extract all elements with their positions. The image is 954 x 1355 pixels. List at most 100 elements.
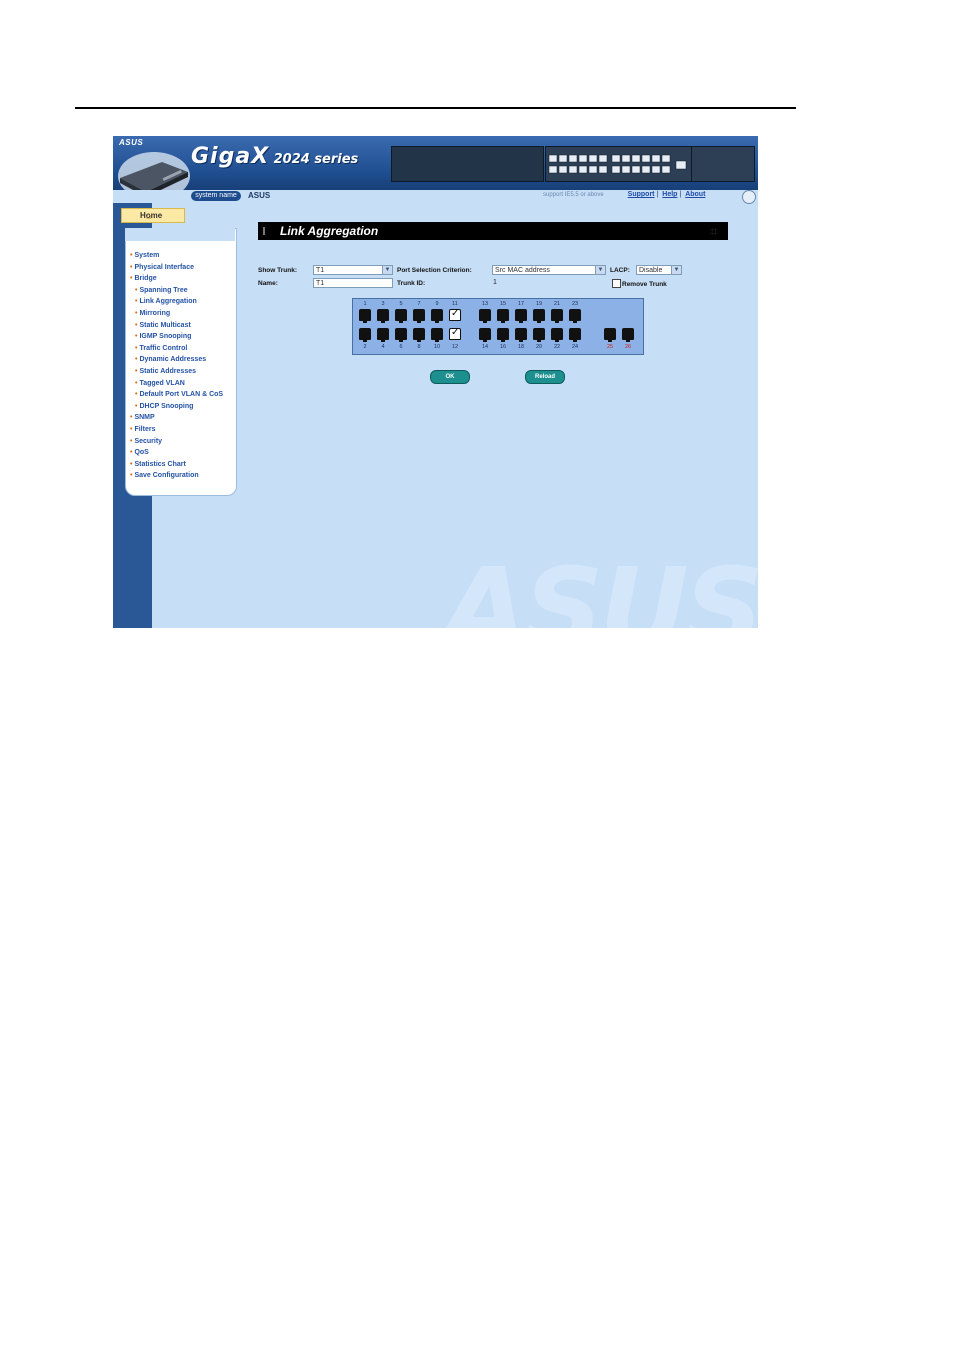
trunk-id-value: 1 <box>493 279 497 286</box>
home-icon: ⌂ <box>146 211 152 221</box>
sidebar-item[interactable]: • Statistics Chart <box>130 459 223 471</box>
sidebar-item[interactable]: • QoS <box>130 447 223 459</box>
about-link[interactable]: About <box>685 191 705 198</box>
name-input[interactable]: T1 <box>313 278 393 288</box>
port-selection-panel: 1 3 5 7 9 11 ✓ 13 15 17 19 21 23 2 4 6 8 10 ✓ 12 14 16 18 20 22 2… <box>352 298 644 355</box>
port-toggle[interactable] <box>413 328 425 342</box>
port-toggle[interactable] <box>377 309 389 323</box>
sidebar-item-label: Statistics Chart <box>134 460 186 468</box>
port-toggle[interactable] <box>431 328 443 342</box>
support-link[interactable]: Support <box>628 191 655 198</box>
sidebar-item-label: Tagged VLAN <box>139 379 185 387</box>
port-toggle[interactable] <box>515 309 527 323</box>
sidebar-item-label: DHCP Snooping <box>139 402 194 410</box>
port-toggle[interactable] <box>359 309 371 323</box>
sidebar-item-label: System <box>134 252 160 259</box>
sidebar-item[interactable]: • Dynamic Addresses <box>130 354 223 366</box>
bullet-icon: • <box>135 333 138 341</box>
port-toggle[interactable] <box>604 328 616 342</box>
reload-button[interactable]: Reload <box>525 370 565 384</box>
sidebar-item[interactable]: • Link Aggregation <box>130 296 223 308</box>
sidebar-item[interactable]: • Security <box>130 436 223 448</box>
port-number: 5 <box>399 301 403 307</box>
sidebar-item[interactable]: • Filters <box>130 424 223 436</box>
sidebar-item[interactable]: • IGMP Snooping <box>130 331 223 343</box>
port-toggle[interactable] <box>533 309 545 323</box>
port-toggle[interactable] <box>551 328 563 342</box>
sidebar-item[interactable]: • Tagged VLAN <box>130 378 223 390</box>
port-toggle[interactable] <box>497 309 509 323</box>
port-number: 14 <box>481 344 489 350</box>
port-number: 11 <box>452 301 458 307</box>
port-toggle[interactable] <box>569 328 581 342</box>
show-trunk-label: Show Trunk: <box>258 267 297 274</box>
sidebar-item[interactable]: • Save Configuration <box>130 470 223 482</box>
asus-watermark: ASUS <box>443 544 758 628</box>
bullet-icon: • <box>135 356 138 364</box>
port-toggle[interactable] <box>551 309 563 323</box>
port-toggle[interactable] <box>395 328 407 342</box>
port-toggle[interactable] <box>622 328 634 342</box>
sidebar-item[interactable]: • DHCP Snooping <box>130 401 223 413</box>
port-toggle[interactable] <box>377 328 389 342</box>
port-number: 2 <box>363 344 367 350</box>
sidebar-item[interactable]: • Spanning Tree <box>130 285 223 297</box>
page-top-rule <box>75 107 796 109</box>
show-trunk-select[interactable]: T1 ▼ <box>313 265 393 275</box>
sidebar-item-label: Traffic Control <box>139 344 188 352</box>
sidebar-item[interactable]: • Traffic Control <box>130 343 223 355</box>
sidebar-item[interactable]: • Mirroring <box>130 308 223 320</box>
home-tab[interactable]: ⌂ Home <box>121 208 185 223</box>
browser-screenshot: ASUS GigaX 2024 series system name ASUS … <box>113 136 758 628</box>
system-name-label: system name <box>191 191 241 201</box>
sidebar-item[interactable]: • Static Multicast <box>130 320 223 332</box>
port-toggle[interactable]: ✓ <box>449 308 461 321</box>
bullet-icon: • <box>135 321 138 329</box>
port-number: 4 <box>381 344 385 350</box>
port-toggle[interactable] <box>479 309 491 323</box>
sidebar-item-label: Bridge <box>134 275 157 283</box>
bullet-icon: • <box>130 472 133 480</box>
port-toggle[interactable] <box>569 309 581 323</box>
port-number: 15 <box>499 301 507 307</box>
help-link[interactable]: Help <box>662 191 677 198</box>
sidebar-item[interactable]: • Physical Interface <box>130 262 223 274</box>
sidebar-menu: • System • Physical Interface • Bridge • Spanni… <box>130 250 223 482</box>
lacp-select[interactable]: Disable ▼ <box>636 265 682 275</box>
bullet-icon: • <box>130 437 133 445</box>
sidebar-item[interactable]: • Static Addresses <box>130 366 223 378</box>
port-toggle[interactable] <box>431 309 443 323</box>
port-toggle[interactable]: ✓ <box>449 327 461 340</box>
port-toggle[interactable] <box>413 309 425 323</box>
page-title: Link Aggregation <box>280 224 379 238</box>
port-number: 1 <box>363 301 367 307</box>
criterion-select[interactable]: Src MAC address ▼ <box>492 265 606 275</box>
bullet-icon: • <box>135 286 138 294</box>
ok-button[interactable]: OK <box>430 370 470 384</box>
port-number: 13 <box>481 301 489 307</box>
port-number: 8 <box>417 344 421 350</box>
sidebar-item[interactable]: • Bridge <box>130 273 223 285</box>
sidebar-item[interactable]: • System <box>130 250 223 262</box>
sidebar-item[interactable]: • SNMP <box>130 412 223 424</box>
port-toggle[interactable] <box>479 328 491 342</box>
port-toggle[interactable] <box>395 309 407 323</box>
remove-trunk-checkbox[interactable] <box>612 279 621 288</box>
sidebar-item-label: Static Addresses <box>139 367 196 375</box>
port-number: 17 <box>517 301 525 307</box>
sidebar-item-label: Security <box>134 437 163 445</box>
port-number: 12 <box>451 344 459 350</box>
port-number: 26 <box>624 344 632 350</box>
port-number: 6 <box>399 344 403 350</box>
bullet-icon: • <box>130 414 133 422</box>
port-toggle[interactable] <box>359 328 371 342</box>
port-number: 23 <box>571 301 579 307</box>
chevron-down-icon: ▼ <box>595 266 605 274</box>
sidebar-item[interactable]: • Default Port VLAN & CoS <box>130 389 223 401</box>
refresh-circle-button[interactable] <box>742 190 756 204</box>
port-toggle[interactable] <box>533 328 545 342</box>
port-number: 25 <box>606 344 614 350</box>
port-toggle[interactable] <box>515 328 527 342</box>
port-toggle[interactable] <box>497 328 509 342</box>
sidebar-menu-header <box>125 228 235 241</box>
